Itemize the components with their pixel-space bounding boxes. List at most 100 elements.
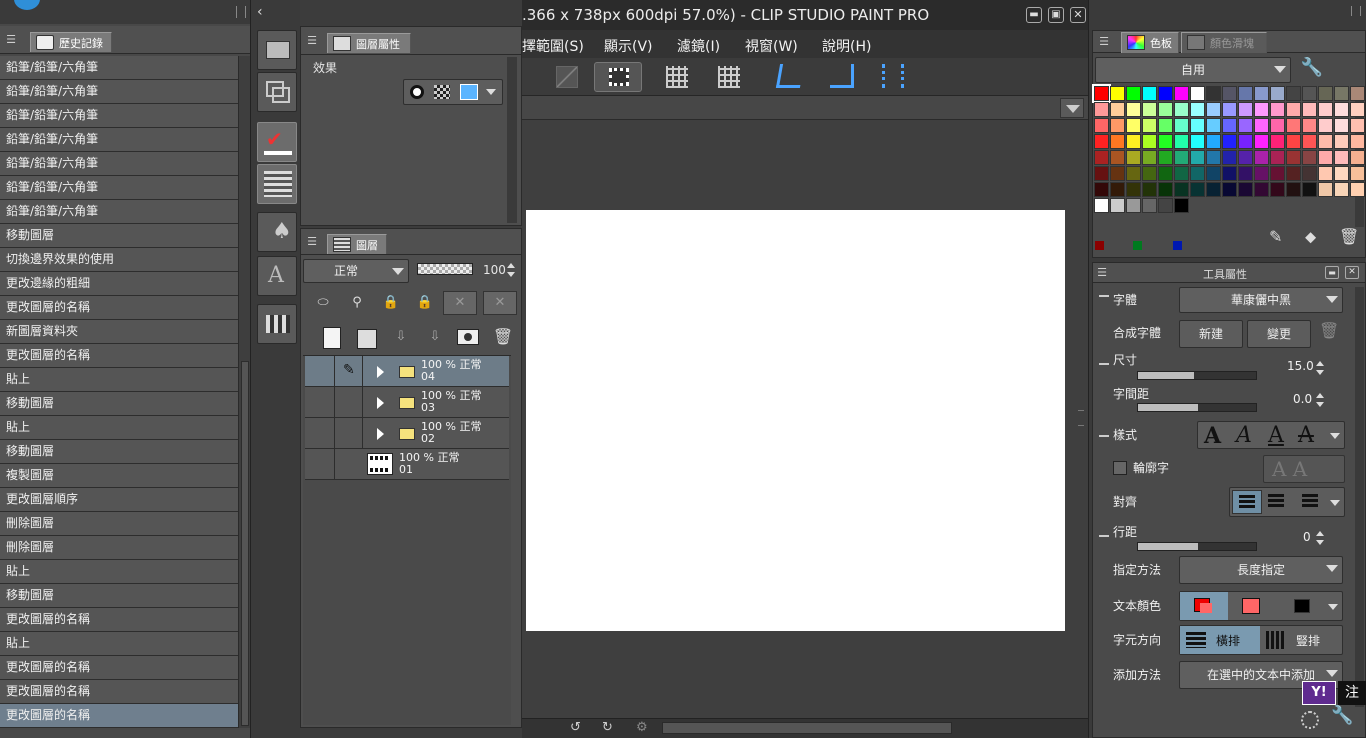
- history-item[interactable]: 刪除圖層: [0, 536, 238, 560]
- tool-settings-icon[interactable]: 🔧: [1331, 705, 1353, 726]
- panel-scrollbar[interactable]: [507, 57, 517, 223]
- color-swatch[interactable]: [1318, 150, 1333, 165]
- size-slider[interactable]: [1137, 371, 1257, 380]
- color-set-select[interactable]: 自用: [1095, 57, 1291, 83]
- chevron-down-icon[interactable]: [1330, 433, 1340, 439]
- symmetry-ruler-icon[interactable]: [882, 64, 904, 88]
- expand-triangle-icon[interactable]: [377, 428, 384, 440]
- tab-menu-button[interactable]: [1060, 98, 1084, 118]
- delete-layer-icon[interactable]: 🗑: [489, 325, 517, 349]
- clip-icon[interactable]: ⬭: [309, 291, 337, 315]
- color-swatch[interactable]: [1142, 150, 1157, 165]
- size-value[interactable]: 15.0: [1287, 359, 1314, 373]
- color-swatch[interactable]: [1126, 102, 1141, 117]
- color-swatch[interactable]: [1238, 182, 1253, 197]
- color-swatch[interactable]: [1302, 182, 1317, 197]
- history-item[interactable]: 移動圖層: [0, 392, 238, 416]
- color-swatch[interactable]: [1158, 86, 1173, 101]
- color-swatch[interactable]: [1238, 166, 1253, 181]
- color-swatch[interactable]: [1222, 150, 1237, 165]
- color-swatch[interactable]: [1094, 118, 1109, 133]
- minimize-button[interactable]: ▬: [1026, 7, 1042, 23]
- pen-edit-icon[interactable]: ✎: [335, 356, 363, 386]
- color-swatch[interactable]: [1302, 134, 1317, 149]
- yahoo-badge[interactable]: Y!: [1302, 681, 1336, 705]
- color-swatch[interactable]: [1142, 198, 1157, 213]
- menu-window[interactable]: 視窗(W): [745, 36, 798, 56]
- color-swatch[interactable]: [1092, 84, 1111, 103]
- history-item[interactable]: 鉛筆/鉛筆/六角筆: [0, 152, 238, 176]
- panel-menu-icon[interactable]: ☰: [4, 33, 18, 47]
- draft-off-icon[interactable]: ✕: [483, 291, 517, 315]
- color-swatch[interactable]: [1190, 150, 1205, 165]
- color-swatch[interactable]: [1254, 102, 1269, 117]
- color-swatch[interactable]: [1142, 86, 1157, 101]
- color-swatch[interactable]: [1286, 166, 1301, 181]
- color-swatch[interactable]: [1094, 182, 1109, 197]
- color-swatch[interactable]: [1110, 118, 1125, 133]
- color-swatch[interactable]: [1094, 150, 1109, 165]
- color-swatch[interactable]: [1206, 86, 1221, 101]
- color-swatch[interactable]: [1238, 118, 1253, 133]
- color-swatch[interactable]: [1318, 134, 1333, 149]
- align-left-icon[interactable]: [1232, 490, 1262, 514]
- color-swatch[interactable]: [1302, 118, 1317, 133]
- underline-icon[interactable]: A: [1268, 423, 1284, 448]
- small-swatch[interactable]: [1095, 241, 1104, 250]
- layer-list[interactable]: ✎ 100 % 正常 04 100 % 正常 03 100 % 正常 02 10…: [303, 355, 511, 725]
- color-swatch[interactable]: [1126, 166, 1141, 181]
- outline-checkbox[interactable]: [1113, 461, 1127, 475]
- char-direction-buttons[interactable]: 橫排 豎排: [1179, 625, 1343, 655]
- panel-menu-icon[interactable]: ☰: [1095, 266, 1109, 280]
- align-buttons[interactable]: [1229, 487, 1345, 517]
- color-swatch[interactable]: [1190, 86, 1205, 101]
- color-swatch[interactable]: [1238, 150, 1253, 165]
- history-item[interactable]: 鉛筆/鉛筆/六角筆: [0, 200, 238, 224]
- strikethrough-icon[interactable]: A: [1298, 423, 1314, 448]
- style-buttons[interactable]: A A A A: [1197, 421, 1345, 449]
- color-swatch[interactable]: [1110, 134, 1125, 149]
- line-spacing-spinner[interactable]: [1315, 531, 1325, 547]
- layer-row[interactable]: 100 % 正常 03: [305, 387, 509, 418]
- color-swatch[interactable]: [1318, 118, 1333, 133]
- menu-view[interactable]: 顯示(V): [604, 36, 653, 56]
- menu-filter[interactable]: 濾鏡(I): [677, 36, 720, 56]
- color-swatch[interactable]: [1222, 134, 1237, 149]
- color-swatch[interactable]: [1174, 150, 1189, 165]
- close-panel-button[interactable]: ✕: [1345, 266, 1359, 279]
- close-button[interactable]: ✕: [1070, 7, 1086, 23]
- color-swatch[interactable]: [1302, 86, 1317, 101]
- color-swatch[interactable]: [1190, 134, 1205, 149]
- color-swatch[interactable]: [1206, 118, 1221, 133]
- section-collapse-icon[interactable]: [1099, 435, 1109, 437]
- selection-border-button[interactable]: [594, 62, 642, 92]
- blend-mode-select[interactable]: 正常: [303, 259, 409, 283]
- color-swatch[interactable]: [1318, 86, 1333, 101]
- effect-buttons[interactable]: [403, 79, 503, 105]
- italic-icon[interactable]: A: [1236, 423, 1252, 448]
- color-swatch[interactable]: [1222, 102, 1237, 117]
- color-set-settings-icon[interactable]: 🔧: [1297, 57, 1327, 83]
- spacing-spinner[interactable]: [1315, 393, 1325, 409]
- subview-button[interactable]: [257, 72, 297, 112]
- color-swatch[interactable]: [1110, 182, 1125, 197]
- color-swatch[interactable]: [1110, 102, 1125, 117]
- color-swatch[interactable]: [1142, 102, 1157, 117]
- opacity-slider[interactable]: [417, 263, 473, 275]
- color-swatch[interactable]: [1206, 102, 1221, 117]
- tab-color-slider[interactable]: 顏色滑塊: [1181, 32, 1267, 53]
- color-swatch[interactable]: [1238, 86, 1253, 101]
- color-swatch[interactable]: [1206, 182, 1221, 197]
- scroll-thumb[interactable]: [241, 361, 249, 726]
- color-swatch[interactable]: [1110, 198, 1125, 213]
- color-swatch[interactable]: [1174, 118, 1189, 133]
- navigator-button[interactable]: [257, 30, 297, 70]
- color-swatch[interactable]: [1222, 86, 1237, 101]
- horizontal-button[interactable]: 橫排: [1180, 626, 1260, 654]
- dock-grip[interactable]: [1351, 6, 1361, 16]
- chevron-down-icon[interactable]: [486, 89, 496, 95]
- color-swatch[interactable]: [1158, 182, 1173, 197]
- layer-button[interactable]: [257, 164, 297, 204]
- panel-menu-icon[interactable]: ☰: [1097, 35, 1111, 49]
- section-collapse-icon[interactable]: [1099, 295, 1109, 297]
